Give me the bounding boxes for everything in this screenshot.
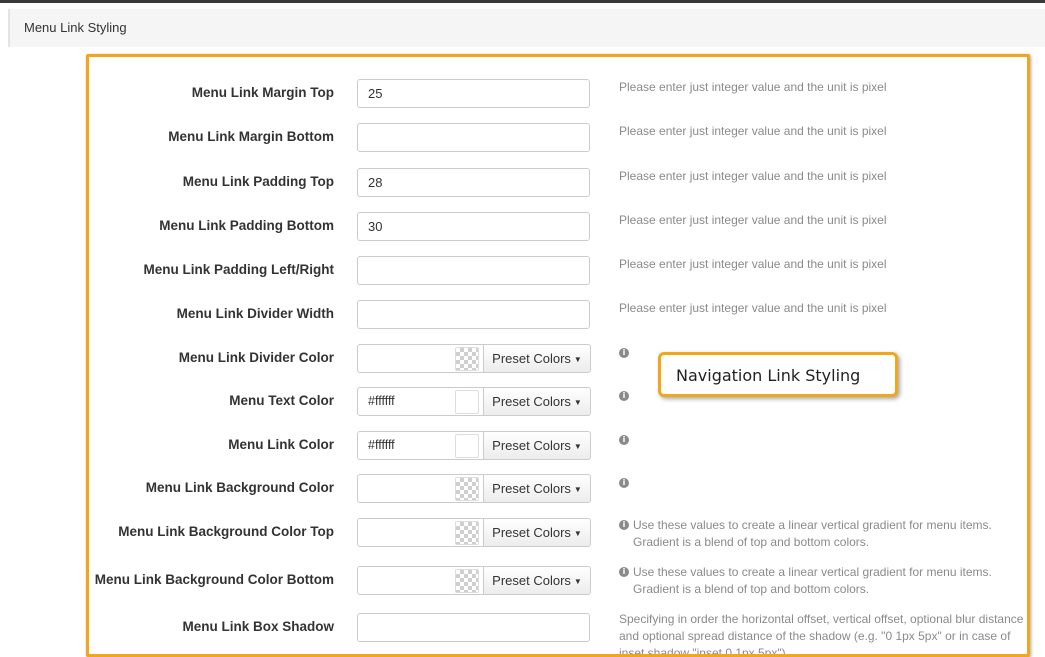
bg-color-preset-button[interactable]: Preset Colors ▼	[483, 474, 591, 503]
divider-width-label: Menu Link Divider Width	[176, 306, 334, 321]
help-line: Specifying in order the horizontal offse…	[619, 612, 1024, 626]
info-icon: i	[619, 391, 629, 401]
bg-color-bottom-picker[interactable]: Preset Colors ▼	[357, 566, 591, 595]
bg-color-picker[interactable]: Preset Colors ▼	[357, 474, 591, 503]
padding-top-label: Menu Link Padding Top	[182, 174, 334, 189]
link-color-preset-button[interactable]: Preset Colors ▼	[483, 431, 591, 460]
padding-top-help: Please enter just integer value and the …	[619, 169, 887, 183]
help-line: and optional spread distance of the shad…	[619, 629, 1011, 643]
padding-lr-input[interactable]	[357, 256, 590, 285]
text-color-picker[interactable]: #ffffff Preset Colors ▼	[357, 387, 591, 416]
info-icon: i	[619, 478, 629, 488]
info-icon: i	[619, 520, 629, 530]
top-bar	[0, 0, 1045, 3]
caret-down-icon: ▼	[573, 442, 582, 452]
info-icon: i	[619, 435, 629, 445]
bg-color-top-picker[interactable]: Preset Colors ▼	[357, 518, 591, 547]
box-shadow-help: Specifying in order the horizontal offse…	[619, 611, 1024, 657]
bg-color-top-help: i Use these values to create a linear ve…	[619, 517, 992, 551]
help-line: Gradient is a blend of top and bottom co…	[633, 535, 870, 549]
margin-bottom-help: Please enter just integer value and the …	[619, 124, 887, 138]
bg-color-top-preset-button[interactable]: Preset Colors ▼	[483, 518, 591, 547]
margin-top-label: Menu Link Margin Top	[191, 85, 334, 100]
box-shadow-label: Menu Link Box Shadow	[182, 619, 334, 634]
margin-bottom-label: Menu Link Margin Bottom	[168, 129, 334, 144]
divider-color-swatch[interactable]	[455, 347, 479, 371]
padding-lr-help: Please enter just integer value and the …	[619, 257, 887, 271]
bg-color-swatch[interactable]	[455, 477, 479, 501]
divider-color-picker[interactable]: Preset Colors ▼	[357, 344, 591, 373]
link-color-label: Menu Link Color	[228, 437, 334, 452]
info-icon: i	[619, 567, 629, 577]
divider-color-preset-button[interactable]: Preset Colors ▼	[483, 344, 591, 373]
help-line: inset shadow "inset 0 1px 5px").	[619, 646, 789, 657]
bg-color-label: Menu Link Background Color	[145, 480, 334, 495]
box-shadow-input[interactable]	[357, 613, 590, 642]
callout-text: Navigation Link Styling	[676, 366, 861, 385]
preset-label: Preset Colors	[492, 481, 571, 496]
section-header: Menu Link Styling	[8, 9, 1045, 47]
caret-down-icon: ▼	[573, 529, 582, 539]
help-line: Use these values to create a linear vert…	[633, 565, 992, 579]
preset-label: Preset Colors	[492, 394, 571, 409]
divider-width-help: Please enter just integer value and the …	[619, 301, 887, 315]
margin-top-help: Please enter just integer value and the …	[619, 80, 887, 94]
padding-lr-label: Menu Link Padding Left/Right	[143, 262, 334, 277]
callout-box: Navigation Link Styling	[658, 352, 898, 397]
padding-top-input[interactable]	[357, 168, 590, 197]
section-title: Menu Link Styling	[24, 20, 127, 35]
text-color-label: Menu Text Color	[229, 393, 334, 408]
text-color-preset-button[interactable]: Preset Colors ▼	[483, 387, 591, 416]
settings-panel: Menu Link Margin Top Please enter just i…	[86, 54, 1030, 657]
bg-color-bottom-help: i Use these values to create a linear ve…	[619, 564, 992, 598]
help-line: Use these values to create a linear vert…	[633, 518, 992, 532]
help-line: Gradient is a blend of top and bottom co…	[633, 582, 870, 596]
caret-down-icon: ▼	[573, 577, 582, 587]
margin-top-input[interactable]	[357, 79, 590, 108]
preset-label: Preset Colors	[492, 525, 571, 540]
bg-color-bottom-label: Menu Link Background Color Bottom	[94, 572, 334, 587]
text-color-swatch[interactable]	[455, 390, 479, 414]
bg-color-top-label: Menu Link Background Color Top	[118, 524, 334, 539]
caret-down-icon: ▼	[573, 398, 582, 408]
divider-width-input[interactable]	[357, 300, 590, 329]
preset-label: Preset Colors	[492, 438, 571, 453]
bg-color-bottom-preset-button[interactable]: Preset Colors ▼	[483, 566, 591, 595]
padding-bottom-input[interactable]	[357, 212, 590, 241]
text-color-value[interactable]: #ffffff	[368, 394, 395, 408]
padding-bottom-label: Menu Link Padding Bottom	[159, 218, 334, 233]
bg-color-top-swatch[interactable]	[455, 521, 479, 545]
padding-bottom-help: Please enter just integer value and the …	[619, 213, 887, 227]
link-color-swatch[interactable]	[455, 434, 479, 458]
preset-label: Preset Colors	[492, 573, 571, 588]
caret-down-icon: ▼	[573, 355, 582, 365]
info-icon: i	[619, 348, 629, 358]
link-color-picker[interactable]: #ffffff Preset Colors ▼	[357, 431, 591, 460]
link-color-value[interactable]: #ffffff	[368, 438, 395, 452]
bg-color-bottom-swatch[interactable]	[455, 569, 479, 593]
margin-bottom-input[interactable]	[357, 123, 590, 152]
preset-label: Preset Colors	[492, 351, 571, 366]
divider-color-label: Menu Link Divider Color	[178, 350, 334, 365]
caret-down-icon: ▼	[573, 485, 582, 495]
